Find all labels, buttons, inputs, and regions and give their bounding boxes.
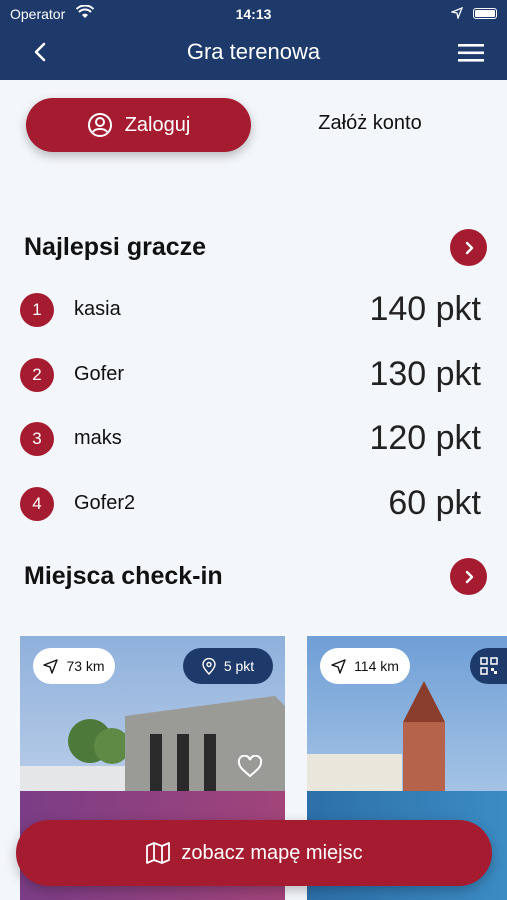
navigation-icon <box>331 658 346 674</box>
checkin-more-button[interactable] <box>450 558 487 595</box>
nav-bar: Gra terenowa <box>0 28 507 80</box>
hamburger-icon <box>458 44 484 62</box>
player-name: Gofer2 <box>74 492 136 514</box>
menu-button[interactable] <box>457 41 485 65</box>
distance-label: 114 km <box>354 658 399 674</box>
distance-pill: 114 km <box>320 648 410 684</box>
qr-pill <box>470 648 507 684</box>
rank-badge: 2 <box>20 358 54 392</box>
rank-badge: 1 <box>20 293 54 327</box>
map-pin-icon <box>202 657 216 675</box>
chevron-right-icon <box>465 241 473 254</box>
distance-label: 73 km <box>66 658 105 674</box>
player-row: 4 Gofer2 60 pkt <box>20 484 485 524</box>
checkin-title: Miejsca check-in <box>24 562 223 590</box>
qr-code-icon <box>480 657 498 675</box>
player-row: 1 kasia 140 pkt <box>20 290 485 330</box>
points-pill: 5 pkt <box>183 648 273 684</box>
player-name: kasia <box>74 298 121 320</box>
navigation-icon <box>43 658 59 674</box>
player-row: 2 Gofer 130 pkt <box>20 355 485 395</box>
chevron-right-icon <box>465 570 473 583</box>
player-name: Gofer <box>74 363 125 385</box>
top-players-title: Najlepsi gracze <box>24 233 207 261</box>
player-row: 3 maks 120 pkt <box>20 419 485 459</box>
register-link[interactable]: Załóż konto <box>270 112 470 135</box>
player-points: 60 pkt <box>388 484 481 522</box>
location-arrow-icon <box>449 6 464 22</box>
top-players-more-button[interactable] <box>450 229 487 266</box>
points-label: 5 pkt <box>223 658 255 674</box>
rank-badge: 3 <box>20 422 54 456</box>
rank-badge: 4 <box>20 487 54 521</box>
see-map-label: zobacz mapę miejsc <box>181 841 363 864</box>
distance-pill: 73 km <box>33 648 115 684</box>
player-points: 120 pkt <box>369 419 481 457</box>
clock: 14:13 <box>235 6 272 22</box>
player-points: 130 pkt <box>369 355 481 393</box>
battery-icon <box>473 8 497 19</box>
heart-icon[interactable] <box>237 755 263 779</box>
map-icon <box>146 842 171 864</box>
player-points: 140 pkt <box>369 290 481 328</box>
page-title: Gra terenowa <box>186 39 321 64</box>
status-bar: Operator 14:13 <box>0 0 507 28</box>
player-name: maks <box>74 427 122 449</box>
login-button[interactable]: Zaloguj <box>26 98 251 152</box>
see-map-button[interactable]: zobacz mapę miejsc <box>16 820 492 886</box>
login-label: Zaloguj <box>124 113 191 136</box>
user-circle-icon <box>87 113 112 137</box>
